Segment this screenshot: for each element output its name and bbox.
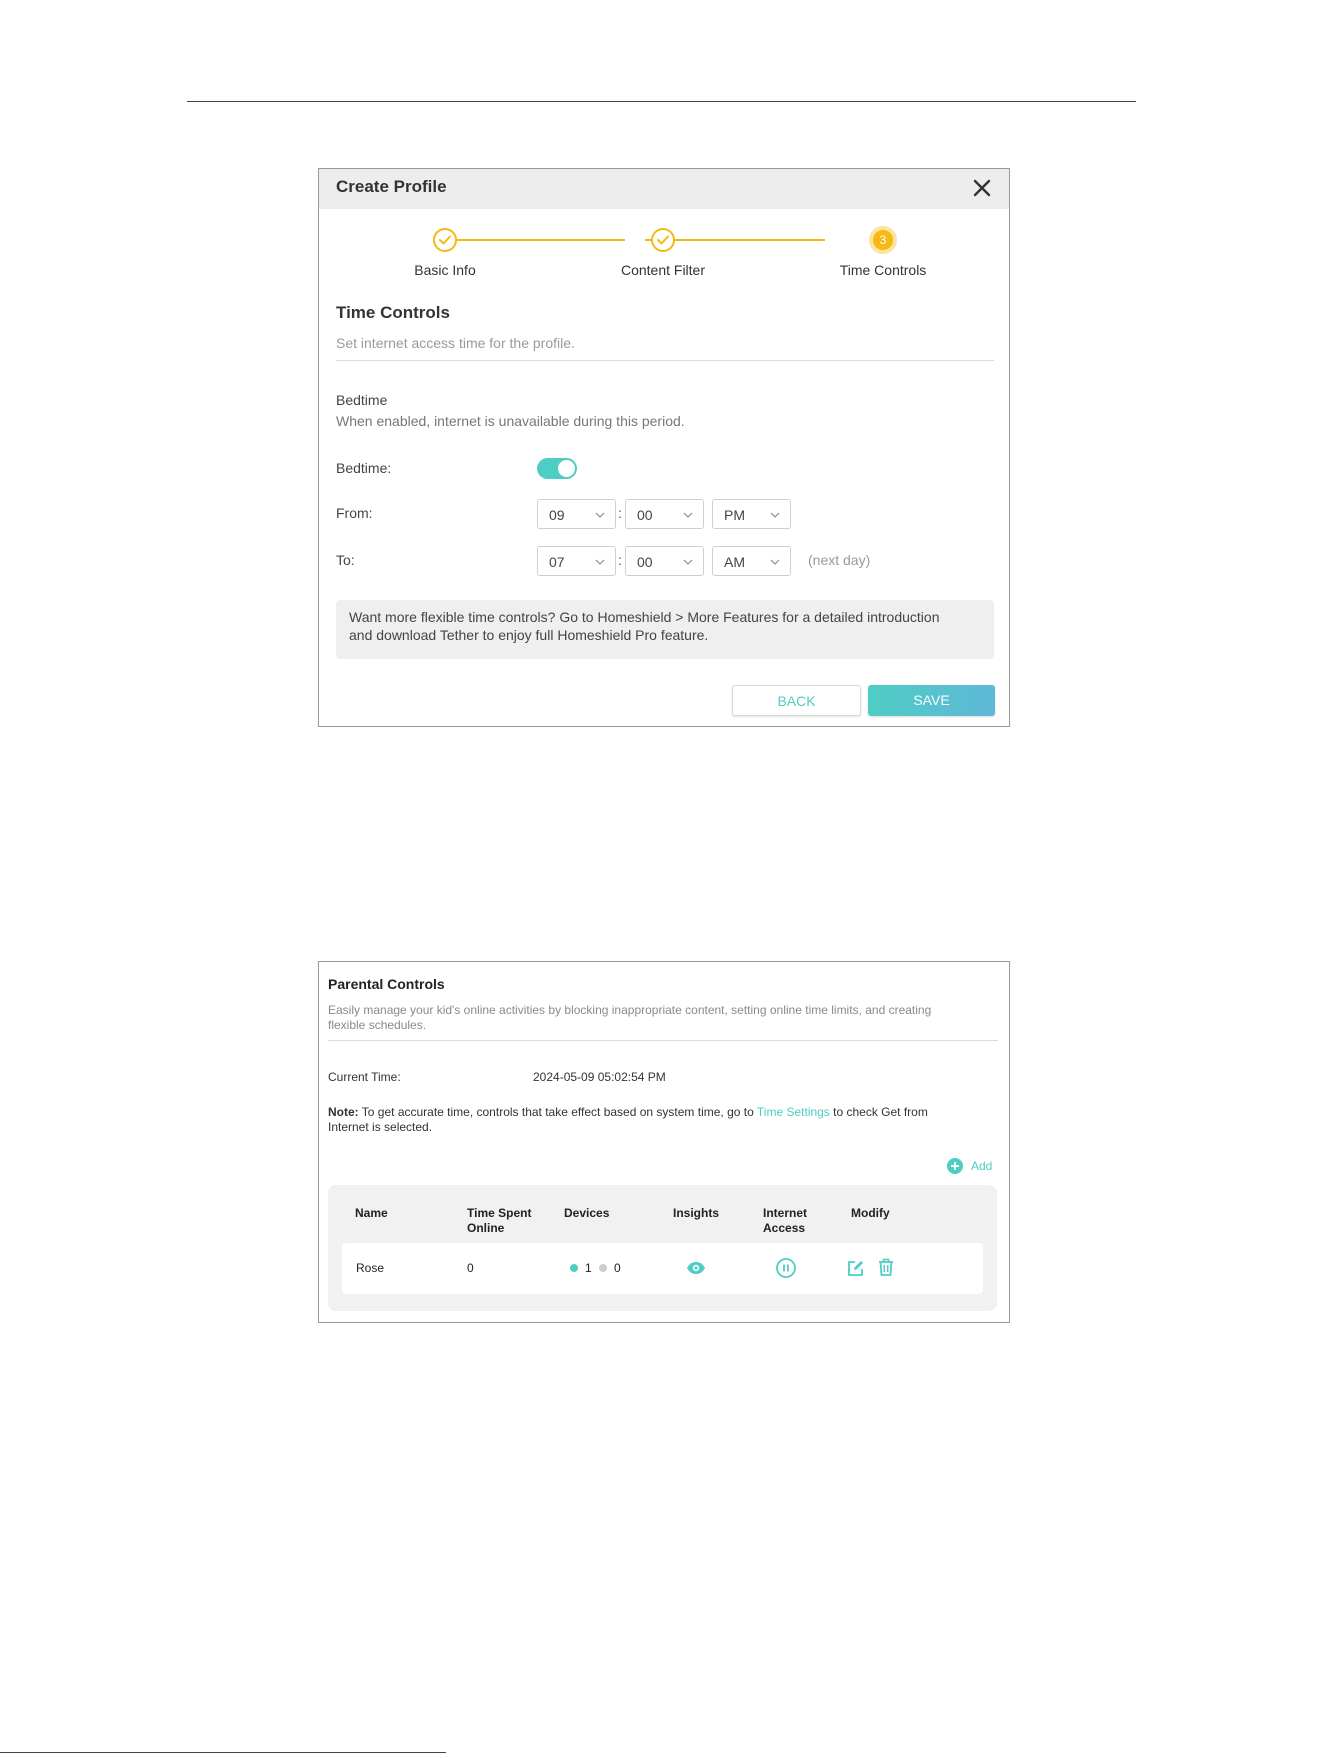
column-header-modify: Modify bbox=[851, 1206, 890, 1221]
column-header-text: Devices bbox=[564, 1206, 610, 1220]
column-header-devices: Devices bbox=[564, 1206, 609, 1221]
column-header-name: Name bbox=[355, 1206, 388, 1221]
bedtime-toggle[interactable] bbox=[537, 458, 577, 479]
column-header-text: Online bbox=[467, 1221, 505, 1235]
row-name: Rose bbox=[356, 1261, 385, 1275]
offline-dot-icon bbox=[599, 1264, 607, 1272]
parental-controls-panel: Parental Controls Easily manage your kid… bbox=[318, 961, 1010, 1323]
column-header-internet-access: Internet Access bbox=[763, 1206, 807, 1236]
from-hour-value: 09 bbox=[549, 507, 565, 523]
delete-icon[interactable] bbox=[876, 1257, 896, 1277]
bedtime-heading: Bedtime bbox=[336, 392, 388, 408]
back-button[interactable]: BACK bbox=[732, 685, 861, 716]
chevron-down-icon bbox=[683, 512, 693, 518]
note: Note: To get accurate time, controls tha… bbox=[328, 1105, 1003, 1135]
table-row: Rose 0 1 0 bbox=[342, 1243, 983, 1294]
pause-icon[interactable] bbox=[775, 1257, 797, 1279]
chevron-down-icon bbox=[770, 559, 780, 565]
info-text-line2: and download Tether to enjoy full Homesh… bbox=[349, 627, 709, 643]
row-devices-offline: 0 bbox=[614, 1261, 621, 1275]
note-label: Note: bbox=[328, 1105, 359, 1119]
from-period-select[interactable]: PM bbox=[712, 499, 791, 529]
column-header-time-spent: Time Spent Online bbox=[467, 1206, 531, 1236]
from-label: From: bbox=[336, 505, 373, 521]
to-hour-select[interactable]: 07 bbox=[537, 546, 616, 576]
current-time-value: 2024-05-09 05:02:54 PM bbox=[533, 1070, 666, 1084]
step-label-content-filter: Content Filter bbox=[620, 262, 706, 278]
stepper-line bbox=[449, 239, 625, 241]
to-period-value: AM bbox=[724, 554, 745, 570]
bedtime-label: Bedtime: bbox=[336, 460, 392, 476]
panel-divider bbox=[328, 1040, 998, 1041]
column-header-text: Time Spent bbox=[467, 1206, 532, 1220]
section-title: Time Controls bbox=[336, 303, 450, 322]
bedtime-description: When enabled, internet is unavailable du… bbox=[336, 413, 685, 429]
panel-description-line1: Easily manage your kid's online activiti… bbox=[328, 1003, 932, 1017]
create-profile-dialog: Create Profile 3 Basic Info Content Filt… bbox=[318, 168, 1010, 727]
info-text-line1: Want more flexible time controls? Go to … bbox=[349, 609, 940, 625]
note-line2: Internet is selected. bbox=[328, 1120, 433, 1134]
column-header-text: Internet bbox=[763, 1206, 808, 1220]
eye-icon[interactable] bbox=[686, 1260, 706, 1276]
column-header-text: Modify bbox=[851, 1206, 890, 1220]
from-minute-value: 00 bbox=[637, 507, 653, 523]
section-divider bbox=[336, 360, 994, 361]
step-label-basic-info: Basic Info bbox=[414, 262, 476, 278]
to-label: To: bbox=[336, 552, 355, 568]
column-header-text: Name bbox=[355, 1206, 388, 1220]
from-minute-select[interactable]: 00 bbox=[625, 499, 704, 529]
row-time-spent: 0 bbox=[467, 1261, 474, 1275]
online-dot-icon bbox=[570, 1264, 578, 1272]
step-1-check-icon bbox=[433, 228, 457, 252]
time-settings-link[interactable]: Time Settings bbox=[757, 1105, 830, 1119]
current-time-label: Current Time: bbox=[328, 1070, 401, 1084]
footnote-rule bbox=[0, 1752, 446, 1753]
add-icon bbox=[947, 1158, 963, 1174]
dialog-title: Create Profile bbox=[336, 177, 447, 196]
from-hour-select[interactable]: 09 bbox=[537, 499, 616, 529]
time-separator: : bbox=[618, 552, 622, 568]
stepper: 3 Basic Info Content Filter Time Control… bbox=[319, 224, 1009, 284]
to-period-select[interactable]: AM bbox=[712, 546, 791, 576]
column-header-text: Access bbox=[763, 1221, 806, 1235]
to-hour-value: 07 bbox=[549, 554, 565, 570]
toggle-knob bbox=[558, 460, 575, 477]
chevron-down-icon bbox=[683, 559, 693, 565]
step-2-check-icon bbox=[651, 228, 675, 252]
next-day-hint: (next day) bbox=[808, 552, 871, 568]
step-3-indicator: 3 bbox=[869, 226, 897, 254]
info-box: Want more flexible time controls? Go to … bbox=[336, 600, 994, 659]
note-text-end: to check Get from bbox=[829, 1105, 928, 1119]
edit-icon[interactable] bbox=[846, 1258, 866, 1278]
from-period-value: PM bbox=[724, 507, 745, 523]
to-minute-select[interactable]: 00 bbox=[625, 546, 704, 576]
profiles-table: Name Time Spent Online Devices Insights … bbox=[328, 1185, 997, 1311]
close-icon[interactable] bbox=[969, 175, 995, 201]
to-minute-value: 00 bbox=[637, 554, 653, 570]
add-label: Add bbox=[971, 1159, 993, 1173]
chevron-down-icon bbox=[595, 512, 605, 518]
chevron-down-icon bbox=[595, 559, 605, 565]
note-text: To get accurate time, controls that take… bbox=[358, 1105, 757, 1119]
section-subtitle: Set internet access time for the profile… bbox=[336, 335, 575, 351]
dialog-header: Create Profile bbox=[319, 169, 1009, 209]
save-button[interactable]: SAVE bbox=[868, 685, 995, 716]
panel-description: Easily manage your kid's online activiti… bbox=[328, 1003, 998, 1033]
step-label-time-controls: Time Controls bbox=[839, 262, 927, 278]
page-header-rule bbox=[187, 101, 1136, 102]
time-separator: : bbox=[618, 505, 622, 521]
column-header-text: Insights bbox=[673, 1206, 720, 1220]
row-devices-online: 1 bbox=[585, 1261, 592, 1275]
panel-title: Parental Controls bbox=[328, 976, 445, 992]
chevron-down-icon bbox=[770, 512, 780, 518]
column-header-insights: Insights bbox=[673, 1206, 719, 1221]
panel-description-line2: flexible schedules. bbox=[328, 1018, 427, 1032]
